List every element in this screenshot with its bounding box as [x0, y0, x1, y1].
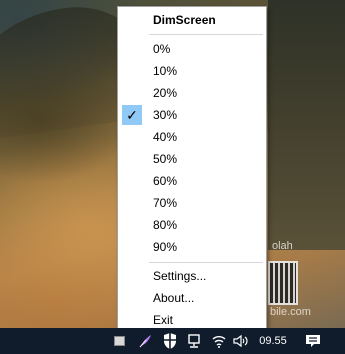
watermark-top-text: olah	[272, 240, 293, 252]
menu-item-label: 70%	[153, 196, 178, 210]
feather-app-icon[interactable]	[136, 328, 154, 354]
taskbar-clock[interactable]: 09.55	[256, 328, 290, 354]
menu-separator	[149, 262, 263, 263]
menu-item-label: 40%	[153, 130, 178, 144]
menu-item-about[interactable]: About...	[120, 288, 264, 308]
menu-item-exit[interactable]: Exit	[120, 310, 264, 330]
menu-item-label: 20%	[153, 86, 178, 100]
menu-item-label: 0%	[153, 42, 171, 56]
dimscreen-context-menu: DimScreen 0% 10% 20% ✓ 30% 40% 50% 60% 7…	[117, 6, 267, 329]
wallpaper-cliff	[268, 0, 345, 250]
menu-item-label: Exit	[153, 313, 174, 327]
menu-item-90-percent[interactable]: 90%	[120, 237, 264, 257]
menu-title-dimscreen[interactable]: DimScreen	[120, 10, 264, 30]
network-icon[interactable]	[184, 328, 204, 354]
watermark-bottom-text: bile.com	[270, 306, 311, 318]
menu-item-label: Settings...	[153, 269, 207, 283]
notification-icon[interactable]	[302, 328, 324, 354]
checkmark-icon: ✓	[122, 105, 142, 125]
menu-item-label: About...	[153, 291, 195, 305]
menu-item-label: 60%	[153, 174, 178, 188]
shield-security-icon[interactable]	[160, 328, 180, 354]
menu-item-60-percent[interactable]: 60%	[120, 171, 264, 191]
menu-item-0-percent[interactable]: 0%	[120, 39, 264, 59]
show-hidden-icon[interactable]	[112, 328, 126, 354]
menu-item-10-percent[interactable]: 10%	[120, 61, 264, 81]
taskbar: 09.55	[0, 328, 345, 354]
menu-item-40-percent[interactable]: 40%	[120, 127, 264, 147]
menu-item-50-percent[interactable]: 50%	[120, 149, 264, 169]
menu-item-80-percent[interactable]: 80%	[120, 215, 264, 235]
menu-item-settings[interactable]: Settings...	[120, 266, 264, 286]
menu-item-label: 10%	[153, 64, 178, 78]
qr-code-image	[268, 261, 298, 305]
menu-item-label: 30%	[153, 108, 178, 122]
menu-item-label: 50%	[153, 152, 178, 166]
menu-item-30-percent[interactable]: ✓ 30%	[120, 105, 264, 125]
menu-item-label: 90%	[153, 240, 178, 254]
menu-title-label: DimScreen	[153, 13, 216, 27]
menu-item-label: 80%	[153, 218, 178, 232]
menu-separator	[149, 34, 263, 35]
volume-icon[interactable]	[231, 328, 251, 354]
wifi-icon[interactable]	[209, 328, 229, 354]
menu-item-70-percent[interactable]: 70%	[120, 193, 264, 213]
menu-item-20-percent[interactable]: 20%	[120, 83, 264, 103]
